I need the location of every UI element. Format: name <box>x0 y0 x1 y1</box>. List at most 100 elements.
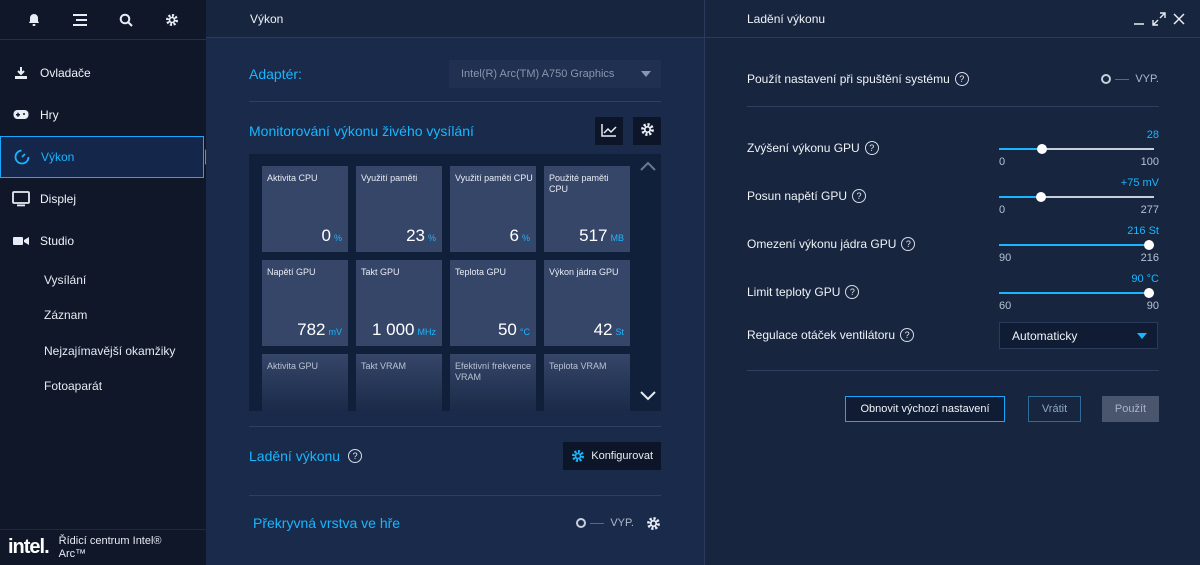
gear-icon[interactable] <box>646 516 661 531</box>
power-limit-slider[interactable]: 216 St 90 216 <box>999 225 1159 265</box>
gauge-icon <box>13 148 31 166</box>
tuning-panel: Ladění výkonu Použít nastavení při spušt… <box>704 0 1200 565</box>
gpu-boost-slider[interactable]: 28 0 100 <box>999 129 1159 169</box>
adapter-label: Adaptér: <box>249 66 302 82</box>
chevron-down-icon[interactable] <box>639 387 657 405</box>
metric-label: Aktivita GPU <box>267 361 319 371</box>
brand-footer: intel. Řídicí centrum Intel® Arc™ <box>0 529 206 565</box>
sidebar-item-drivers[interactable]: Ovladače <box>0 52 206 94</box>
slider-value: 28 <box>1146 129 1159 141</box>
metric-value: 6 <box>509 226 519 245</box>
slider-fill <box>999 244 1154 246</box>
chevron-up-icon[interactable] <box>639 157 657 175</box>
slider-thumb[interactable] <box>1144 288 1154 298</box>
metric-tile: Napětí GPU 782 mV <box>262 260 348 346</box>
expand-icon[interactable] <box>1152 11 1166 26</box>
help-icon[interactable]: ? <box>348 449 363 463</box>
metric-value: 50 <box>497 320 517 339</box>
metric-tile: Využití paměti CPU 6% <box>450 166 536 252</box>
overlay-toggle[interactable]: VYP. <box>576 517 634 529</box>
sidebar-subitem-recording[interactable]: Záznam <box>0 298 206 334</box>
monitoring-settings-button[interactable] <box>633 117 661 145</box>
metric-value: 517 <box>579 226 608 245</box>
toggle-state: VYP. <box>1135 73 1159 85</box>
metric-unit: % <box>333 233 342 243</box>
sidebar-item-studio[interactable]: Studio <box>0 220 206 262</box>
performance-panel: Výkon Adaptér: Intel(R) Arc(TM) A750 Gra… <box>206 0 704 565</box>
slider-thumb[interactable] <box>1036 192 1046 202</box>
slider-value: 216 St <box>1127 225 1159 237</box>
sidebar-item-games[interactable]: Hry <box>0 94 206 136</box>
metric-unit: St <box>615 327 624 337</box>
gpu-boost-row: Zvýšení výkonu GPU? 28 0 100 <box>747 129 1159 169</box>
menu-icon[interactable] <box>57 0 103 40</box>
metric-unit: % <box>521 233 530 243</box>
metric-label: Takt GPU <box>361 267 400 277</box>
help-icon[interactable]: ? <box>845 285 860 299</box>
minimize-icon[interactable] <box>1132 12 1146 26</box>
slider-label: Zvýšení výkonu GPU <box>747 141 860 155</box>
sidebar-item-label: Hry <box>40 108 59 122</box>
tuning-panel-header: Ladění výkonu <box>705 0 1200 38</box>
temp-limit-slider[interactable]: 90 °C 60 90 <box>999 273 1159 313</box>
metric-tile: Výkon jádra GPU 42 St <box>544 260 630 346</box>
gear-icon <box>571 449 585 463</box>
undo-button[interactable]: Vrátit <box>1028 396 1081 422</box>
metric-tile: Takt GPU 1 000 MHz <box>356 260 442 346</box>
help-icon[interactable]: ? <box>900 328 915 342</box>
help-icon[interactable]: ? <box>864 141 879 155</box>
fan-mode-dropdown[interactable]: Automaticky <box>999 322 1158 349</box>
sidebar-nav: Ovladače Hry Výkon Displej Studio Vysílá… <box>0 52 212 405</box>
fan-mode-value: Automaticky <box>1012 328 1078 343</box>
slider-heading: Limit teploty GPU? <box>747 285 860 299</box>
intel-logo: intel. <box>8 536 50 558</box>
top-icon-bar <box>0 0 206 40</box>
panel-title: Výkon <box>206 0 704 38</box>
help-icon[interactable]: ? <box>901 237 916 251</box>
metric-label: Využití paměti CPU <box>455 173 533 183</box>
divider <box>249 101 661 102</box>
toggle-state: VYP. <box>610 517 634 529</box>
slider-min: 60 <box>999 300 1012 312</box>
search-icon[interactable] <box>103 0 149 40</box>
slider-label: Posun napětí GPU <box>747 189 848 203</box>
startup-row: Použít nastavení při spuštění systému ? … <box>747 68 1159 90</box>
reset-defaults-button[interactable]: Obnovit výchozí nastavení <box>845 396 1005 422</box>
metric-label: Teplota GPU <box>455 267 507 277</box>
divider <box>747 106 1159 107</box>
fan-label: Regulace otáček ventilátoru <box>747 328 896 342</box>
chart-view-button[interactable] <box>595 117 623 145</box>
sidebar-subitem-highlights[interactable]: Nejzajímavější okamžiky <box>0 333 206 369</box>
slider-min: 0 <box>999 156 1006 168</box>
voltage-offset-slider[interactable]: +75 mV 0 277 <box>999 177 1159 217</box>
sidebar-item-label: Displej <box>40 192 77 206</box>
sidebar-item-display[interactable]: Displej <box>0 178 206 220</box>
sidebar-item-label: Studio <box>40 234 75 248</box>
sidebar-subitem-camera[interactable]: Fotoaparát <box>0 369 206 405</box>
toggle-knob <box>1101 74 1112 84</box>
metric-label: Využití paměti <box>361 173 418 183</box>
sidebar-item-performance[interactable]: Výkon <box>0 136 212 178</box>
bell-icon[interactable] <box>11 0 57 40</box>
help-icon[interactable]: ? <box>852 189 867 203</box>
metric-value: 1 000 <box>371 320 415 339</box>
configure-button[interactable]: Konfigurovat <box>563 442 661 470</box>
tuning-heading: Ladění výkonu ? <box>249 448 363 464</box>
adapter-dropdown[interactable]: Intel(R) Arc(TM) A750 Graphics <box>449 60 661 88</box>
monitoring-header: Monitorování výkonu živého vysílání <box>249 116 661 146</box>
tuning-title: Ladění výkonu <box>249 448 341 464</box>
help-icon[interactable]: ? <box>954 72 969 86</box>
metric-value: 42 <box>593 320 613 339</box>
slider-thumb[interactable] <box>1037 144 1047 154</box>
close-icon[interactable] <box>1172 12 1186 26</box>
metric-label: Aktivita CPU <box>267 173 318 183</box>
tuning-panel-title: Ladění výkonu <box>747 11 826 26</box>
slider-thumb[interactable] <box>1144 240 1154 250</box>
toggle-knob <box>576 518 587 528</box>
sidebar-subitem-broadcast[interactable]: Vysílání <box>0 262 206 298</box>
metric-unit: MB <box>610 233 625 243</box>
gamepad-icon <box>12 106 30 124</box>
startup-toggle[interactable]: VYP. <box>1101 73 1159 85</box>
gear-icon[interactable] <box>149 0 195 40</box>
apply-button[interactable]: Použít <box>1102 396 1159 422</box>
